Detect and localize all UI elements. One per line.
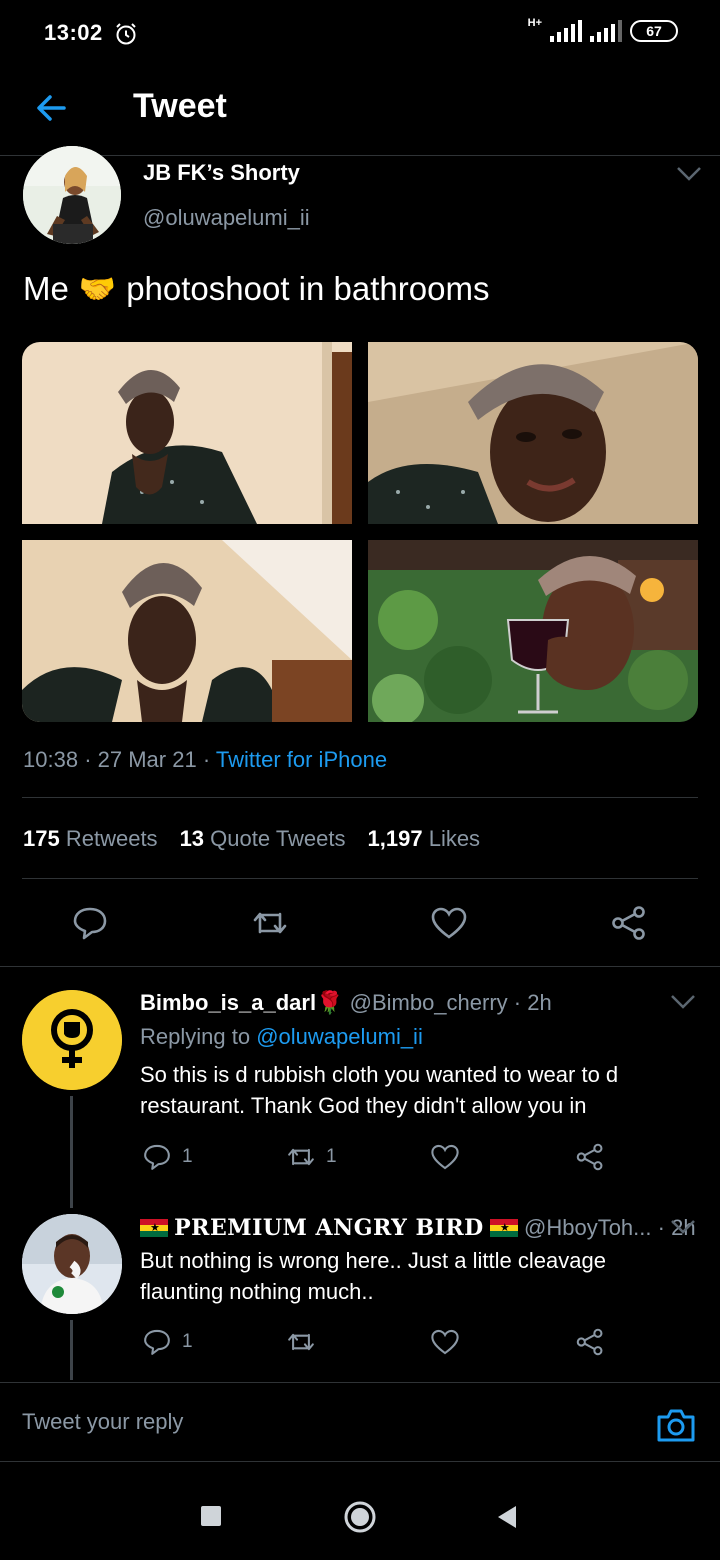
- tweet-date: 27 Mar 21: [97, 747, 197, 772]
- retweet-icon: [288, 1333, 314, 1351]
- tweet-photo-4[interactable]: [368, 540, 698, 722]
- tweet-stats: 175 Retweets 13 Quote Tweets 1,197 Likes: [23, 826, 480, 852]
- author-name[interactable]: JB FK’s Shorty: [143, 160, 300, 186]
- author-avatar[interactable]: [23, 146, 121, 244]
- dot-separator: ·: [513, 990, 522, 1015]
- reply-count: 1: [182, 1331, 193, 1352]
- media-grid: [22, 342, 698, 722]
- recents-square-icon[interactable]: [200, 1505, 222, 1527]
- tweet-meta: 10:38 · 27 Mar 21 · Twitter for iPhone: [23, 747, 387, 773]
- tweet-time: 10:38: [23, 747, 79, 772]
- tweet-text-start: Me: [23, 270, 69, 307]
- quotes-stat[interactable]: 13 Quote Tweets: [180, 826, 346, 852]
- like-button[interactable]: [430, 1142, 460, 1172]
- ghana-flag-icon: ★: [489, 1219, 518, 1237]
- page-title: Tweet: [133, 87, 227, 125]
- meta-separator: ·: [84, 747, 98, 772]
- reply-text: But nothing is wrong here.. Just a littl…: [140, 1248, 606, 1304]
- reply-icon: [144, 1329, 170, 1355]
- dot-separator: ·: [657, 1215, 665, 1240]
- divider: [0, 966, 720, 967]
- alarm-icon: [116, 23, 136, 45]
- reply-author-handle: @Bimbo_cherry: [349, 990, 508, 1015]
- reply-button[interactable]: 1: [142, 1327, 193, 1357]
- handshake-emoji: 🤝: [78, 272, 117, 306]
- likes-label: Likes: [428, 826, 481, 851]
- reply-icon: [144, 1144, 170, 1170]
- camera-icon[interactable]: [656, 1407, 696, 1443]
- battery-indicator: 67: [630, 20, 678, 42]
- home-circle-icon[interactable]: [343, 1500, 377, 1534]
- share-icon[interactable]: [610, 904, 648, 942]
- back-triangle-icon[interactable]: [496, 1505, 518, 1529]
- reply-icon[interactable]: [71, 904, 109, 942]
- ghana-flag-icon: ★: [140, 1219, 168, 1237]
- reply-count: 1: [182, 1146, 193, 1167]
- retweets-count: 175: [23, 826, 60, 851]
- likes-stat[interactable]: 1,197 Likes: [368, 826, 481, 852]
- reply-header: Bimbo_is_a_darl🌹 @Bimbo_cherry · 2h: [140, 990, 552, 1016]
- retweet-icon: [288, 1148, 314, 1166]
- tweet-text-end: photoshoot in bathrooms: [126, 270, 490, 307]
- chevron-down-icon[interactable]: [670, 994, 696, 1010]
- quotes-label: Quote Tweets: [210, 826, 346, 851]
- quotes-count: 13: [179, 826, 205, 851]
- likes-count: 1,197: [367, 826, 423, 851]
- reply-author-name[interactable]: Bimbo_is_a_darl: [140, 990, 316, 1015]
- like-icon: [431, 1329, 459, 1355]
- reply-text: So this is d rubbish cloth you wanted to…: [140, 1062, 619, 1118]
- tweet-text: Me 🤝 photoshoot in bathrooms: [23, 270, 489, 308]
- share-icon: [576, 1143, 603, 1171]
- retweet-button[interactable]: [286, 1327, 326, 1357]
- tweet-source-link[interactable]: Twitter for iPhone: [216, 747, 387, 772]
- reply-composer: [0, 1382, 720, 1462]
- status-bar: 13:02 H+ 67: [0, 0, 720, 66]
- retweet-icon[interactable]: [251, 904, 289, 942]
- chevron-down-icon[interactable]: [676, 166, 702, 182]
- status-time: 13:02: [44, 20, 103, 45]
- tweet-photo-2[interactable]: [368, 342, 698, 524]
- like-icon[interactable]: [430, 904, 468, 942]
- reply-author-name[interactable]: PREMIUM ANGRY BIRD: [174, 1215, 484, 1241]
- reply-avatar[interactable]: [22, 1214, 122, 1314]
- reply-time: 2h: [527, 990, 552, 1015]
- replying-mention-link[interactable]: @oluwapelumi_ii: [256, 1024, 423, 1049]
- tweet-photo-1[interactable]: [22, 342, 352, 524]
- reply-input[interactable]: [22, 1397, 622, 1447]
- reply-avatar[interactable]: [22, 990, 122, 1090]
- signal-icon: [550, 20, 582, 42]
- rose-emoji: 🌹: [316, 990, 344, 1015]
- reply-button[interactable]: 1: [142, 1142, 193, 1172]
- top-bar: Tweet: [0, 66, 720, 156]
- network-type: H+: [527, 17, 542, 29]
- retweets-stat[interactable]: 175 Retweets: [23, 826, 158, 852]
- system-nav-bar: [0, 1462, 720, 1560]
- like-button[interactable]: [430, 1327, 460, 1357]
- retweets-label: Retweets: [65, 826, 158, 851]
- share-button[interactable]: [575, 1327, 605, 1357]
- retweet-button[interactable]: 1: [286, 1142, 337, 1172]
- thread-line: [70, 1320, 73, 1380]
- share-button[interactable]: [575, 1142, 605, 1172]
- divider: [22, 878, 698, 879]
- thread-line: [70, 1096, 73, 1208]
- reply-author-handle: @HboyToh...: [524, 1215, 652, 1240]
- signal-icon-2: [590, 20, 622, 42]
- replying-to: Replying to @oluwapelumi_ii: [140, 1024, 423, 1050]
- replying-label: Replying to: [140, 1024, 251, 1049]
- arrow-left-icon[interactable]: [30, 86, 74, 130]
- divider: [22, 797, 698, 798]
- retweet-count: 1: [326, 1146, 337, 1167]
- meta-separator: ·: [202, 747, 216, 772]
- share-icon: [576, 1328, 603, 1356]
- like-icon: [431, 1144, 459, 1170]
- chevron-down-icon[interactable]: [670, 1219, 696, 1235]
- status-icons: H+ 67: [527, 17, 678, 42]
- reply-header: ★ PREMIUM ANGRY BIRD ★ @HboyToh... · 2h: [140, 1215, 696, 1241]
- author-handle: @oluwapelumi_ii: [143, 205, 310, 230]
- tweet-photo-3[interactable]: [22, 540, 352, 722]
